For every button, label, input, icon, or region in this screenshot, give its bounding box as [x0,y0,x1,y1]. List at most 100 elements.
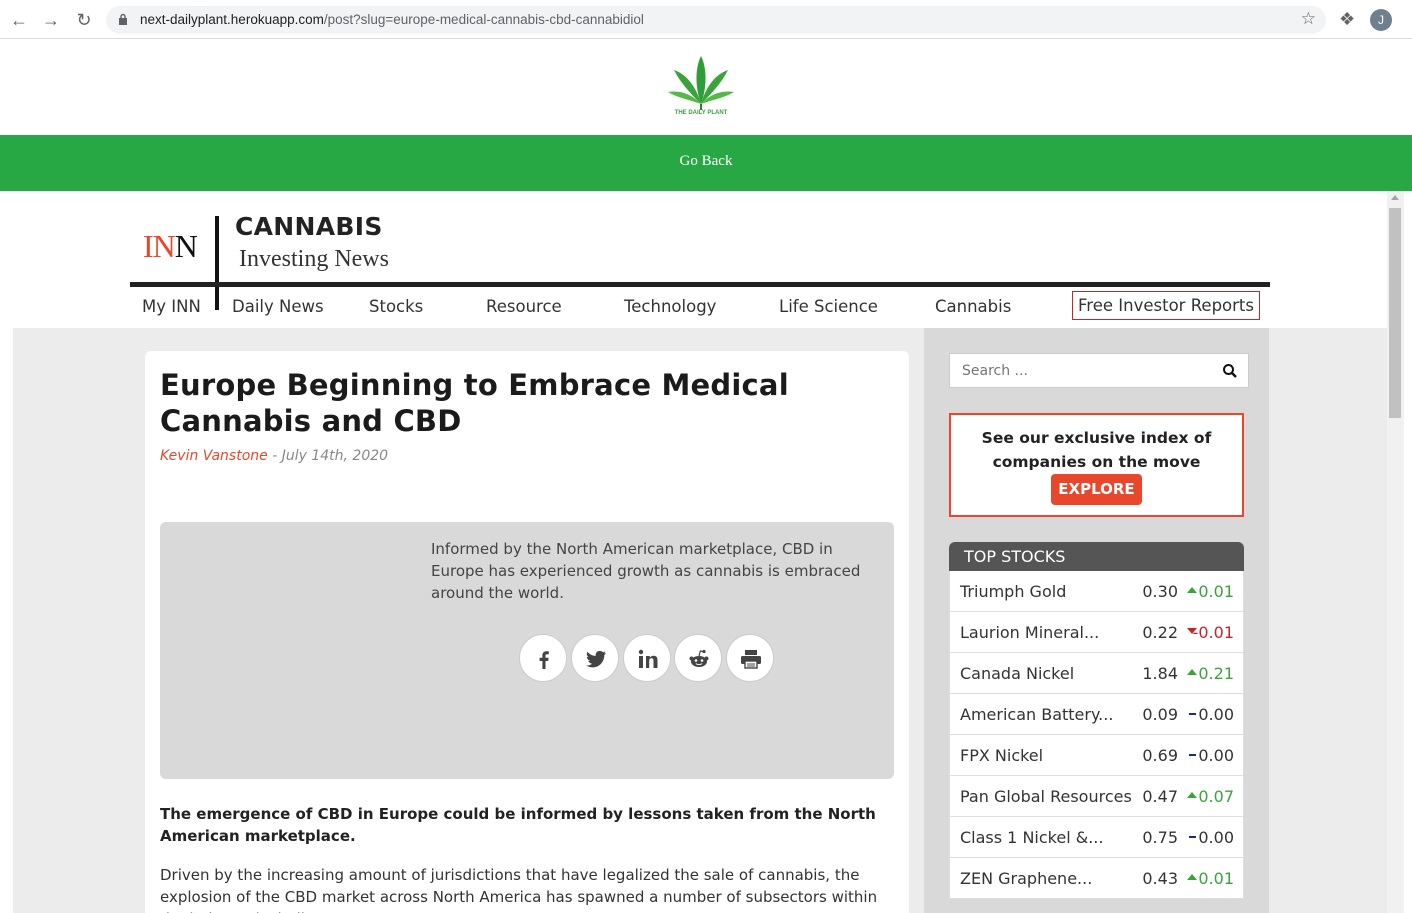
index-promo: See our exclusive index of companies on … [949,413,1244,517]
stock-change: 0.01 [1198,582,1234,601]
menu-technology[interactable]: Technology [624,297,716,316]
up-triangle-icon [1187,792,1197,798]
address-bar[interactable]: next-dailyplant.herokuapp.com/post?slug=… [106,6,1326,34]
logo-caption: THE DAILY PLANT [674,110,728,116]
stock-row[interactable]: Canada Nickel 1.84 0.21 [949,653,1244,694]
daily-plant-logo[interactable]: THE DAILY PLANT [664,54,738,120]
stock-name: FPX Nickel [960,746,1044,765]
article-body: Driven by the increasing amount of juris… [160,866,878,913]
stock-name: Canada Nickel [960,664,1075,683]
url-host: next-dailyplant.herokuapp.com [140,12,324,27]
lock-icon [119,13,127,25]
linkedin-share-button[interactable] [623,634,671,682]
menu-life-science[interactable]: Life Science [779,297,878,316]
stock-price: 0.75 [1142,828,1178,847]
facebook-icon [539,651,549,669]
stock-change: 0.21 [1198,664,1234,683]
menu-cannabis[interactable]: Cannabis [935,297,1011,316]
article-lead: The emergence of CBD in Europe could be … [160,805,876,845]
stock-row[interactable]: Pan Global Resources 0.47 0.07 [949,776,1244,817]
stock-price: 0.43 [1142,869,1178,888]
go-back-bar: Go Back [0,135,1412,191]
linkedin-icon [638,649,658,668]
stock-name: ZEN Graphene... [960,869,1093,888]
inn-logo-black: N [174,228,198,264]
up-triangle-icon [1187,874,1197,880]
stock-change: 0.07 [1198,787,1234,806]
stock-price: 0.22 [1142,623,1178,642]
up-triangle-icon [1187,587,1197,593]
menu-stocks[interactable]: Stocks [369,297,423,316]
stock-name: Pan Global Resources [960,787,1132,806]
article-card: Europe Beginning to Embrace Medical Cann… [145,351,909,913]
url-text: next-dailyplant.herokuapp.com/post?slug=… [140,12,644,27]
article-title: Europe Beginning to Embrace Medical Cann… [160,368,789,438]
forward-arrow-icon[interactable]: → [40,9,62,31]
stock-name: American Battery... [960,705,1114,724]
stock-change: 0.00 [1198,828,1234,847]
stock-change: 0.01 [1198,869,1234,888]
reddit-icon [689,649,709,667]
bookmark-star-icon[interactable]: ☆ [1301,9,1316,29]
site-subtitle: Investing News [239,246,389,272]
stock-row[interactable]: ZEN Graphene... 0.43 0.01 [949,858,1244,899]
author-link[interactable]: Kevin Vanstone [160,448,268,464]
header-divider [215,216,219,310]
print-share-button[interactable] [726,634,774,682]
article-hero: Informed by the North American marketpla… [160,522,894,779]
page-scrollbar[interactable] [1387,191,1404,913]
url-path: /post?slug=europe-medical-cannabis-cbd-c… [323,12,644,27]
stock-name: Class 1 Nickel &... [960,828,1104,847]
search-icon[interactable] [1222,363,1238,379]
facebook-share-button[interactable] [519,634,567,682]
sidebar: See our exclusive index of companies on … [924,328,1269,913]
stock-row[interactable]: FPX Nickel 0.69 0.00 [949,735,1244,776]
print-icon [741,650,761,669]
unchanged-dash-icon [1189,754,1196,756]
menu-my-inn[interactable]: My INN [142,297,201,316]
stock-change: 0.00 [1198,705,1234,724]
explore-button[interactable]: EXPLORE [1051,474,1142,505]
top-stocks-title: TOP STOCKS [949,542,1244,571]
article-frame: INN CANNABIS Investing News My INN Daily… [0,191,1412,913]
search-box [949,353,1249,388]
stock-row[interactable]: American Battery... 0.09 0.00 [949,694,1244,735]
scroll-up-arrow-icon[interactable] [1391,195,1399,200]
menu-free-investor-reports[interactable]: Free Investor Reports [1072,291,1260,320]
stock-name: Triumph Gold [960,582,1067,601]
go-back-link[interactable]: Go Back [0,153,1412,170]
twitter-share-button[interactable] [571,634,619,682]
menu-resource[interactable]: Resource [486,297,562,316]
reddit-share-button[interactable] [674,634,722,682]
stock-price: 0.69 [1142,746,1178,765]
stock-price: 0.30 [1142,582,1178,601]
stock-row[interactable]: Triumph Gold 0.30 0.01 [949,571,1244,612]
article-byline: Kevin Vanstone - July 14th, 2020 [160,448,388,464]
top-stocks-widget: TOP STOCKS Triumph Gold 0.30 0.01 Laurion M… [949,542,1244,899]
stock-price: 0.09 [1142,705,1178,724]
extensions-puzzle-icon[interactable]: ❖ [1339,9,1355,30]
back-arrow-icon[interactable]: ← [8,9,30,31]
stock-price: 0.47 [1142,787,1178,806]
profile-avatar[interactable]: J [1370,9,1392,31]
article-date: - July 14th, 2020 [267,448,389,464]
browser-toolbar: ← → ↻ next-dailyplant.herokuapp.com/post… [0,0,1412,39]
stock-row[interactable]: Class 1 Nickel &... 0.75 0.00 [949,817,1244,858]
menu-daily-news[interactable]: Daily News [232,297,324,316]
header-rule [130,282,1270,287]
reload-icon[interactable]: ↻ [73,9,95,31]
stock-name: Laurion Mineral... [960,623,1100,642]
search-input[interactable] [950,354,1210,387]
site-category: CANNABIS [235,212,383,241]
stock-price: 1.84 [1142,664,1178,683]
inn-logo-red: IN [143,228,176,264]
stock-row[interactable]: Laurion Mineral... 0.22 -0.01 [949,612,1244,653]
cannabis-leaf-icon [668,56,734,110]
hero-summary: Informed by the North American marketpla… [431,540,861,602]
stock-change: 0.00 [1198,746,1234,765]
scrollbar-thumb[interactable] [1389,208,1401,418]
unchanged-dash-icon [1189,836,1196,838]
inn-logo[interactable]: INN [143,228,198,265]
unchanged-dash-icon [1189,713,1196,715]
up-triangle-icon [1187,669,1197,675]
